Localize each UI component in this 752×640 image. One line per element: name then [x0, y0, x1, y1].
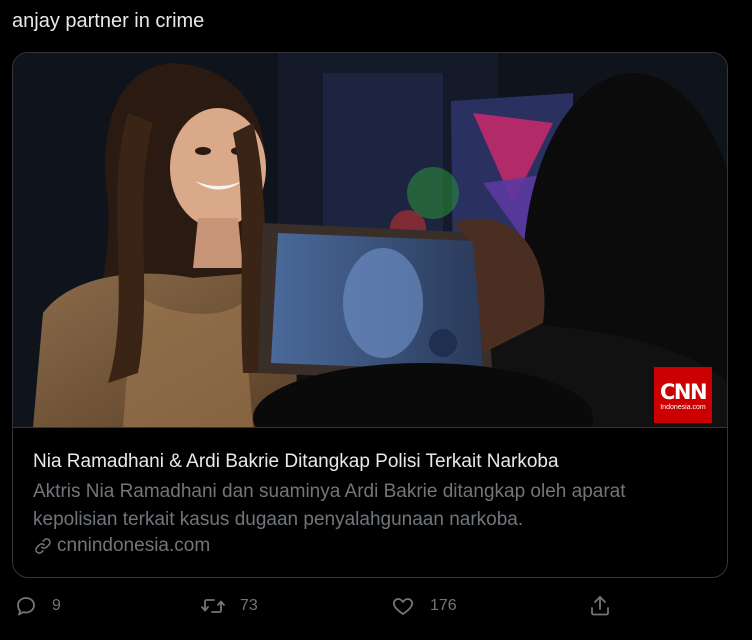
tweet-text: anjay partner in crime	[12, 10, 205, 32]
like-count: 176	[430, 597, 457, 614]
cnn-logo-subtext: Indonesia.com	[660, 404, 706, 411]
card-domain-text: cnnindonesia.com	[57, 535, 211, 556]
retweet-count: 73	[240, 597, 258, 614]
heart-icon	[392, 598, 414, 615]
link-icon	[35, 538, 51, 554]
link-card[interactable]: CNN Indonesia.com Nia Ramadhani & Ardi B…	[12, 52, 728, 578]
cnn-logo: CNN Indonesia.com	[654, 367, 712, 423]
share-button[interactable]	[588, 594, 612, 618]
card-domain[interactable]: cnnindonesia.com	[33, 534, 210, 558]
card-photo	[13, 53, 727, 427]
cnn-logo-text: CNN	[659, 380, 708, 404]
tweet-actions: 9 73 176	[0, 590, 752, 626]
share-icon	[591, 596, 609, 616]
reply-button[interactable]: 9	[14, 594, 61, 618]
card-image[interactable]: CNN Indonesia.com	[13, 53, 727, 427]
retweet-icon	[201, 599, 225, 613]
like-button[interactable]: 176	[390, 594, 457, 618]
card-divider	[13, 427, 727, 428]
card-description: Aktris Nia Ramadhani dan suaminya Ardi B…	[33, 481, 626, 530]
reply-icon	[17, 597, 35, 616]
reply-count: 9	[52, 597, 61, 614]
retweet-button[interactable]: 73	[200, 594, 258, 618]
card-title[interactable]: Nia Ramadhani & Ardi Bakrie Ditangkap Po…	[33, 450, 559, 474]
